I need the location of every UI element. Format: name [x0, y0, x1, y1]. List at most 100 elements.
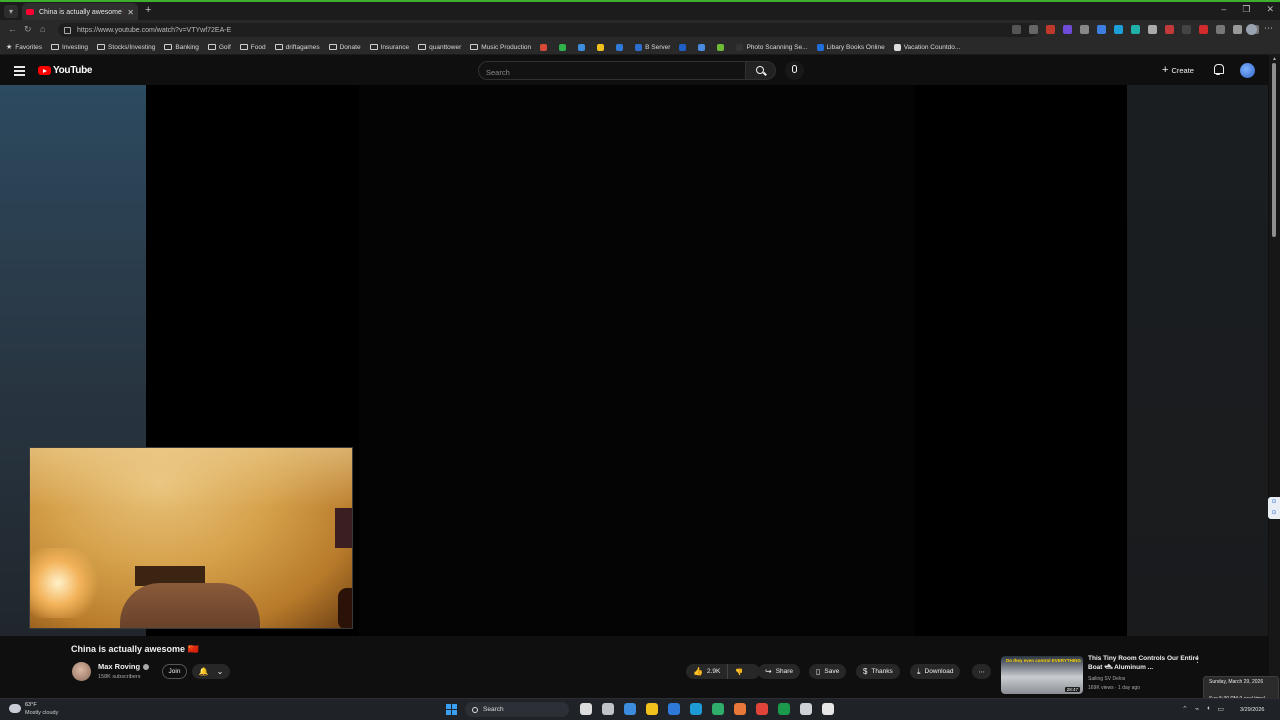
settings-icon[interactable] [1233, 25, 1242, 34]
bookmark-item[interactable] [540, 43, 550, 51]
bookmark-item[interactable]: ★ Favorites [6, 43, 42, 52]
home-button[interactable]: ⌂ [40, 24, 45, 34]
browser-tab-active[interactable]: China is actually awesome 🇨🇳 - YouTube ✕ [22, 3, 138, 21]
taskbar-app-icon[interactable] [778, 703, 790, 715]
bookmark-item[interactable]: Food [239, 44, 266, 51]
bookmark-item[interactable] [616, 43, 626, 51]
network-icon[interactable]: ⌁ [1195, 705, 1199, 713]
bookmark-item[interactable]: Investing [51, 44, 88, 51]
subscribed-notification-button[interactable]: 🔔 ⌄ [192, 664, 230, 679]
extension-icon[interactable] [1165, 25, 1174, 34]
extension-icon[interactable] [1063, 25, 1072, 34]
extension-icon[interactable] [1097, 25, 1106, 34]
bookmark-item[interactable]: driftagames [274, 44, 320, 51]
bookmark-item[interactable]: B Server [635, 43, 670, 51]
search-input[interactable] [479, 64, 745, 81]
taskbar-app-icon[interactable] [690, 703, 702, 715]
scrollbar-thumb[interactable] [1272, 63, 1276, 237]
app-available-icon[interactable] [1012, 25, 1021, 34]
search-button[interactable] [746, 61, 776, 80]
browser-menu-button[interactable]: ⋯ [1264, 23, 1273, 34]
restore-button[interactable]: ❐ [1242, 4, 1250, 15]
scroll-up-arrow-icon[interactable]: ▲ [1272, 56, 1277, 62]
recommended-video[interactable]: Do they even control EVERYTHING 28:47 Th… [1001, 654, 1201, 694]
notifications-bell-icon[interactable] [1213, 64, 1224, 75]
voice-search-button[interactable] [785, 61, 804, 80]
bookmark-item[interactable]: Donate [328, 44, 361, 51]
new-tab-button[interactable]: + [145, 4, 151, 16]
recommendation-menu-icon[interactable]: ⋮ [1193, 654, 1202, 665]
channel-name-link[interactable]: Max Roving [98, 662, 150, 671]
channel-avatar[interactable] [72, 662, 91, 681]
youtube-logo[interactable]: YouTube [38, 65, 93, 76]
taskbar-app-icon[interactable] [602, 703, 614, 715]
create-button[interactable]: + Create [1156, 63, 1200, 78]
bookmark-item[interactable]: quanttower [418, 44, 461, 51]
search-box[interactable] [478, 61, 746, 81]
bookmark-item[interactable]: Libary Books Online [816, 43, 885, 51]
bookmark-item[interactable]: Golf [207, 44, 231, 51]
bookmark-item[interactable]: Vacation Countdo... [893, 43, 960, 51]
taskbar-app-icon[interactable] [756, 703, 768, 715]
chevron-up-icon[interactable]: ⌃ [1182, 705, 1188, 713]
recommended-video-thumbnail[interactable]: Do they even control EVERYTHING 28:47 [1001, 656, 1083, 694]
minimize-button[interactable]: – [1221, 4, 1226, 15]
taskbar-search[interactable]: Search [465, 702, 569, 717]
extensions-puzzle-icon[interactable] [1216, 25, 1225, 34]
battery-icon[interactable]: ▭ [1217, 705, 1224, 713]
tab-close-icon[interactable]: ✕ [127, 8, 134, 17]
bookmark-item[interactable] [698, 43, 708, 51]
taskbar-date[interactable]: 3/29/2026 [1240, 707, 1264, 713]
bookmark-item[interactable] [717, 43, 727, 51]
bookmark-item[interactable] [578, 43, 588, 51]
close-window-button[interactable]: ✕ [1266, 4, 1274, 15]
volume-icon[interactable]: ◖ [1206, 705, 1210, 713]
cloud-icon[interactable] [9, 704, 21, 713]
taskbar-app-icon[interactable] [580, 703, 592, 715]
weather-temperature[interactable]: 63°F [25, 702, 37, 708]
save-button[interactable]: ▯ Save [809, 664, 847, 679]
sidebar-widget-icon[interactable]: ⊙ ⊙ [1268, 497, 1280, 519]
recommended-video-title[interactable]: This Tiny Room Controls Our Entire Boat … [1088, 654, 1200, 672]
page-scrollbar[interactable]: ▲ [1269, 55, 1280, 698]
taskbar-app-icon[interactable] [624, 703, 636, 715]
extension-icon[interactable] [1080, 25, 1089, 34]
start-button[interactable] [446, 704, 457, 715]
extension-icon[interactable] [1131, 25, 1140, 34]
extension-icon[interactable] [1046, 25, 1055, 34]
bookmark-item[interactable]: Stocks/Investing [97, 44, 155, 51]
extension-icon[interactable] [1199, 25, 1208, 34]
tab-actions-menu-button[interactable]: ▾ [4, 5, 18, 18]
profile-avatar-button[interactable] [1246, 24, 1257, 35]
bookmark-item[interactable]: Banking [164, 44, 199, 51]
dislike-button[interactable]: 👎 [728, 664, 750, 679]
refresh-button[interactable]: ↻ [24, 24, 32, 35]
bookmark-item[interactable] [597, 43, 607, 51]
bookmark-item[interactable]: Photo Scanning Se... [736, 43, 808, 51]
taskbar-app-icon[interactable] [734, 703, 746, 715]
bookmark-item[interactable] [559, 43, 569, 51]
download-button[interactable]: ⤓ Download [910, 664, 961, 679]
thanks-button[interactable]: $ Thanks [856, 664, 900, 679]
bookmark-item[interactable]: Insurance [369, 44, 409, 51]
video-player[interactable] [0, 85, 1268, 636]
extension-icon[interactable] [1114, 25, 1123, 34]
like-button[interactable]: 👍 2.9K [686, 664, 729, 679]
more-actions-button[interactable]: ⋯ [972, 664, 991, 679]
weather-description[interactable]: Mostly cloudy [25, 710, 58, 716]
share-button[interactable]: ↪ Share [758, 664, 801, 679]
taskbar-app-icon[interactable] [822, 703, 834, 715]
bookmark-item[interactable]: Music Production [470, 44, 531, 51]
taskbar-app-icon[interactable] [712, 703, 724, 715]
taskbar-app-icon[interactable] [646, 703, 658, 715]
join-button[interactable]: Join [162, 664, 187, 679]
guide-menu-icon[interactable] [14, 66, 25, 78]
account-avatar[interactable] [1240, 63, 1255, 78]
extension-icon[interactable] [1148, 25, 1157, 34]
favorite-star-icon[interactable] [1029, 25, 1038, 34]
taskbar-app-icon[interactable] [800, 703, 812, 715]
extension-icon[interactable] [1182, 25, 1191, 34]
back-button[interactable]: ← [8, 24, 17, 34]
address-bar[interactable]: https://www.youtube.com/watch?v=VTYwf72E… [58, 23, 1038, 37]
taskbar-app-icon[interactable] [668, 703, 680, 715]
